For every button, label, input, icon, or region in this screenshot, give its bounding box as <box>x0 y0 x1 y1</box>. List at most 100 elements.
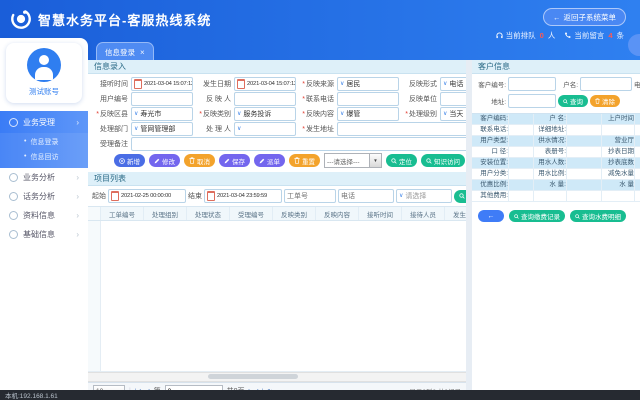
sidebar-item-base-info[interactable]: 基础信息 › <box>0 225 88 244</box>
source-combobox[interactable]: ∨居民 <box>337 77 399 91</box>
reporter-input[interactable] <box>234 92 296 106</box>
order-no-input[interactable] <box>284 189 336 203</box>
start-date-input[interactable]: 2021-02-25 00:00:00 <box>108 189 186 203</box>
edge-circle-button[interactable] <box>628 34 640 56</box>
sidebar-item-business-accept[interactable]: 业务受理 › <box>0 111 88 133</box>
household-name-label: 户名: <box>558 79 578 89</box>
column-header[interactable]: 处理状态 <box>187 207 230 220</box>
scrollbar-thumb[interactable] <box>208 374 298 379</box>
column-header[interactable]: 反映类别 <box>273 207 316 220</box>
customer-clear-button[interactable]: 清除 <box>590 95 620 107</box>
column-header[interactable]: 接听时间 <box>359 207 402 220</box>
column-header[interactable]: 发生区县 <box>445 207 466 220</box>
pencil-icon <box>154 158 160 164</box>
knowledge-button[interactable]: 知识访问 <box>421 154 465 167</box>
dropdown-arrow-icon[interactable]: ▼ <box>369 154 381 167</box>
menu-icon <box>9 211 18 220</box>
customer-no-input[interactable] <box>508 77 556 91</box>
customer-search-row-1: 客户编号: 户名: 电话 <box>472 77 640 91</box>
avatar <box>27 48 61 82</box>
water-fee-details-button[interactable]: 查询水费明细 <box>570 210 626 222</box>
checkbox-column-header[interactable] <box>88 207 101 220</box>
close-icon[interactable]: × <box>140 48 145 57</box>
column-header[interactable]: 反映内容 <box>316 207 359 220</box>
listen-time-input[interactable]: 2021-03-04 15:07:12 <box>131 77 193 91</box>
chevron-right-icon: › <box>76 230 79 239</box>
filter-combobox[interactable]: ∨请选择 <box>396 189 452 203</box>
brand: 智慧水务平台-客服热线系统 <box>10 8 211 30</box>
main-panel: 信息录入 接听时间 2021-03-04 15:07:12 发生日期 2021-… <box>88 60 466 390</box>
customer-grid-row: 用户分类: 用水比例: 减免水量 <box>472 169 640 180</box>
remark-input[interactable] <box>131 137 466 151</box>
grid-value <box>635 125 640 135</box>
unit-input[interactable] <box>440 92 466 106</box>
customer-grid-row: 安装位置: 用水人数: 抄表底数 <box>472 158 640 169</box>
occur-date-input[interactable]: 2021-03-04 15:07:12 <box>234 77 296 91</box>
reset-button[interactable]: 重置 <box>289 154 320 167</box>
bullet-icon: • <box>24 138 26 145</box>
project-list-section-header: 项目列表 <box>88 172 466 186</box>
user-no-input[interactable] <box>131 92 193 106</box>
handler-combobox[interactable]: ∨ <box>234 122 296 136</box>
sidebar-item-business-analysis[interactable]: 业务分析 › <box>0 168 88 187</box>
column-header[interactable]: 处理组别 <box>144 207 187 220</box>
search-button[interactable]: 查询 <box>454 190 466 203</box>
field-label: 反映单位 <box>399 94 440 104</box>
end-date-input[interactable]: 2021-03-04 23:59:59 <box>204 189 282 203</box>
grid-value <box>509 169 534 179</box>
calendar-icon <box>134 79 142 89</box>
modify-button[interactable]: 修改 <box>149 154 180 167</box>
add-button[interactable]: 新增 <box>114 154 145 167</box>
grid-value <box>509 125 534 135</box>
header-status-info: 当前排队 0 人 当前留言 4 条 <box>490 30 624 41</box>
column-header[interactable]: 接待人员 <box>402 207 445 220</box>
headset-icon <box>496 32 503 39</box>
grid-value <box>509 114 534 124</box>
field-label: 接听时间 <box>90 79 131 89</box>
customer-query-button[interactable]: 查询 <box>558 95 588 107</box>
template-select[interactable]: ---请选择--- ▼ <box>324 153 382 168</box>
field-label: 联系电话 <box>296 94 337 104</box>
locate-button[interactable]: 定位 <box>386 154 417 167</box>
household-name-input[interactable] <box>580 77 632 91</box>
address-search-input[interactable] <box>508 94 556 108</box>
sidebar-item-data-info[interactable]: 资料信息 › <box>0 206 88 225</box>
grid-value <box>509 136 534 146</box>
calendar-icon <box>207 191 215 201</box>
field-label: 用户编号 <box>90 94 131 104</box>
payment-records-button[interactable]: 查询缴费记录 <box>509 210 565 222</box>
grid-value <box>567 136 602 146</box>
content-combobox[interactable]: ∨爆管 <box>337 107 399 121</box>
tab-info-entry[interactable]: 信息登录 × <box>96 42 154 61</box>
info-entry-section-header: 信息录入 <box>88 60 466 74</box>
form-type-combobox[interactable]: ∨电话 <box>440 77 466 91</box>
sidebar-subitem-info-callback[interactable]: • 信息回访 <box>0 149 88 164</box>
cancel-button[interactable]: 取消 <box>184 154 215 167</box>
save-button[interactable]: 保存 <box>219 154 250 167</box>
phone-filter-input[interactable] <box>338 189 394 203</box>
project-filter-bar: 起始 2021-02-25 00:00:00 结束 2021-03-04 23:… <box>88 186 466 206</box>
column-header[interactable]: 受理编号 <box>230 207 273 220</box>
pencil-icon <box>224 158 230 164</box>
collapse-panel-button[interactable]: ← <box>478 210 504 222</box>
search-icon <box>426 158 432 164</box>
column-header[interactable]: 工单编号 <box>101 207 144 220</box>
address-input[interactable] <box>337 122 466 136</box>
field-label: 发生日期 <box>193 79 234 89</box>
dispatch-button[interactable]: 派单 <box>254 154 285 167</box>
info-entry-form: 接听时间 2021-03-04 15:07:12 发生日期 2021-03-04… <box>88 74 466 150</box>
category-combobox[interactable]: ∨服务投诉 <box>234 107 296 121</box>
search-icon <box>459 193 465 199</box>
dept-combobox[interactable]: ∨管网管理部 <box>131 122 193 136</box>
calendar-icon <box>111 191 119 201</box>
sidebar-item-call-analysis[interactable]: 话务分析 › <box>0 187 88 206</box>
horizontal-scrollbar[interactable] <box>88 372 466 382</box>
contact-phone-input[interactable] <box>337 92 399 106</box>
county-combobox[interactable]: ∨寿光市 <box>131 107 193 121</box>
field-label: 反映来源 <box>296 79 337 89</box>
plus-icon <box>119 158 125 164</box>
grid-value <box>567 169 602 179</box>
level-combobox[interactable]: ∨当天 <box>440 107 466 121</box>
return-subsystem-button[interactable]: ← 返回子系统菜单 <box>543 8 626 26</box>
sidebar-subitem-info-entry[interactable]: • 信息登录 <box>0 134 88 149</box>
